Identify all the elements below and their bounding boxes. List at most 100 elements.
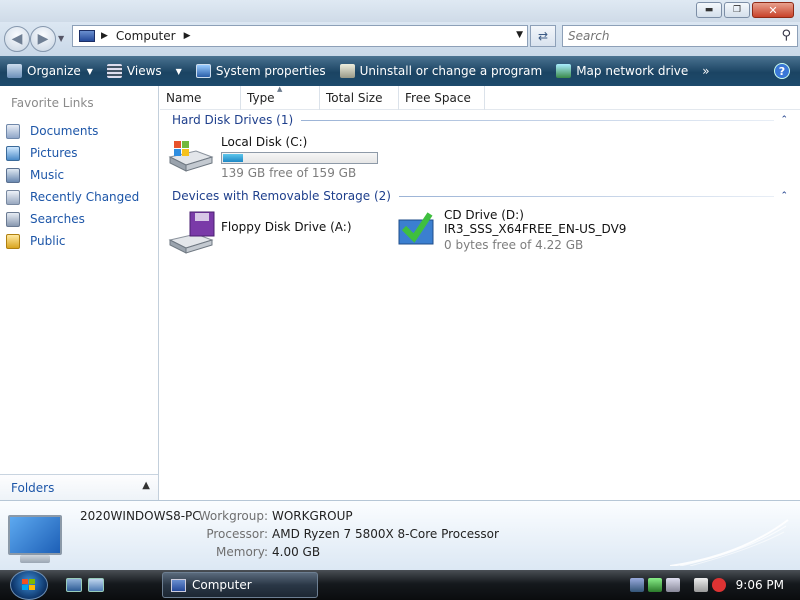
clock[interactable]: 9:06 PM [736, 578, 784, 592]
sidebar-item-pictures[interactable]: Pictures [6, 142, 139, 164]
cd-drive-icon [398, 212, 434, 245]
forward-icon: ▶ [37, 31, 49, 47]
drive-name: CD Drive (D:) [444, 208, 524, 222]
tray-icon[interactable] [666, 578, 680, 592]
refresh-button[interactable]: ⇄ [530, 25, 556, 47]
organize-button[interactable]: Organize ▼ [0, 56, 100, 86]
column-label: Free Space [405, 91, 471, 105]
sidebar-item-label: Pictures [30, 146, 78, 160]
address-dropdown-icon[interactable]: ▼ [516, 30, 523, 40]
drive-name: Local Disk (C:) [221, 135, 308, 149]
computer-stand-icon [20, 555, 50, 563]
sidebar-item-documents[interactable]: Documents [6, 120, 139, 142]
collapse-group-icon[interactable]: ⌃ [780, 115, 788, 125]
breadcrumb-computer[interactable]: Computer [116, 29, 176, 43]
folders-toggle[interactable]: Folders ▲ [0, 474, 158, 500]
drive-volume-label: IR3_SSS_X64FREE_EN-US_DV9 [444, 222, 627, 236]
decorative-swoosh [670, 519, 789, 566]
sidebar-item-public[interactable]: Public [6, 230, 139, 252]
address-bar[interactable]: ▶ Computer ▶ ▼ [72, 25, 528, 47]
start-orb-icon[interactable] [10, 570, 48, 600]
sort-ascending-icon: ▲ [277, 85, 283, 93]
disk-usage-bar [221, 152, 378, 164]
map-network-drive-button[interactable]: Map network drive [549, 56, 695, 86]
taskbar: Computer 9:06 PM [0, 570, 800, 600]
drive-free-space: 0 bytes free of 4.22 GB [444, 238, 584, 252]
maximize-button[interactable]: ❐ [724, 2, 750, 18]
group-hard-disk-drives[interactable]: Hard Disk Drives (1) ⌃ [172, 111, 788, 129]
taskbar-button-label: Computer [192, 578, 252, 592]
chevron-up-icon: ▲ [142, 480, 150, 491]
taskbar-button-computer[interactable]: Computer [162, 572, 318, 598]
uninstall-label: Uninstall or change a program [359, 64, 543, 78]
address-row: ◀ ▶ ▼ ▶ Computer ▶ ▼ ⇄ ⚲ [0, 22, 800, 56]
minimize-button[interactable]: ▬ [696, 2, 722, 18]
search-box[interactable]: ⚲ [562, 25, 798, 47]
computer-icon [171, 578, 186, 592]
search-icon[interactable]: ⚲ [781, 28, 791, 43]
favorite-links-heading: Favorite Links [11, 96, 94, 110]
processor-label: Processor: [206, 527, 268, 541]
network-icon[interactable] [694, 578, 708, 592]
breadcrumb-arrow-icon[interactable]: ▶ [101, 31, 108, 41]
group-label: Hard Disk Drives (1) [172, 113, 294, 127]
column-name[interactable]: Name [160, 86, 241, 110]
command-bar: Organize ▼ Views ▼ System properties Uni… [0, 56, 800, 86]
documents-icon [6, 123, 20, 139]
hard-drive-icon [168, 141, 214, 172]
views-label: Views [126, 64, 162, 78]
breadcrumb-arrow-icon[interactable]: ▶ [184, 31, 191, 41]
computer-monitor-icon [8, 515, 62, 555]
more-commands-button[interactable]: » [695, 56, 716, 86]
memory-value: 4.00 GB [272, 545, 321, 559]
search-input[interactable] [563, 26, 763, 46]
system-properties-label: System properties [215, 64, 326, 78]
group-removable-storage[interactable]: Devices with Removable Storage (2) ⌃ [172, 187, 788, 205]
more-commands-label: » [702, 64, 710, 78]
sidebar-item-music[interactable]: Music [6, 164, 139, 186]
sidebar-item-label: Searches [30, 212, 85, 226]
tray-icon[interactable] [648, 578, 662, 592]
sidebar-item-label: Recently Changed [30, 190, 140, 204]
chevron-down-icon: ▼ [86, 66, 93, 76]
details-pane: 2020WINDOWS8-PC Workgroup: WORKGROUP Pro… [0, 500, 800, 570]
views-button[interactable]: Views ▼ [100, 56, 189, 86]
collapse-group-icon[interactable]: ⌃ [780, 191, 788, 201]
close-button[interactable]: ✕ [752, 2, 794, 18]
network-drive-icon [556, 64, 572, 78]
tray-icon[interactable] [630, 578, 644, 592]
volume-muted-icon[interactable] [712, 578, 726, 592]
uninstall-button[interactable]: Uninstall or change a program [333, 56, 550, 86]
drive-cd-d[interactable]: CD Drive (D:) IR3_SSS_X64FREE_EN-US_DV9 … [396, 208, 626, 252]
workgroup-value: WORKGROUP [272, 509, 353, 523]
help-icon[interactable]: ? [774, 63, 790, 79]
history-dropdown[interactable]: ▼ [58, 34, 64, 43]
system-properties-icon [195, 64, 211, 78]
sidebar-item-searches[interactable]: Searches [6, 208, 139, 230]
drive-floppy-a[interactable]: Floppy Disk Drive (A:) [166, 210, 352, 254]
recently-changed-icon [6, 189, 20, 205]
column-total-size[interactable]: Total Size [320, 86, 399, 110]
system-properties-button[interactable]: System properties [189, 56, 333, 86]
back-button[interactable]: ◀ [4, 26, 30, 52]
window-controls: ▬ ❐ ✕ [696, 2, 794, 18]
refresh-icon: ⇄ [537, 29, 549, 43]
sidebar-item-recently-changed[interactable]: Recently Changed [6, 186, 139, 208]
drive-free-space: 139 GB free of 159 GB [221, 166, 357, 180]
forward-button[interactable]: ▶ [30, 26, 56, 52]
uninstall-icon [339, 64, 355, 78]
switch-windows-icon[interactable] [88, 578, 104, 592]
sidebar-item-label: Music [30, 168, 65, 182]
music-icon [6, 167, 20, 183]
group-divider [398, 195, 775, 197]
column-free-space[interactable]: Free Space [399, 86, 485, 110]
show-desktop-icon[interactable] [66, 578, 82, 592]
group-label: Devices with Removable Storage (2) [172, 189, 391, 203]
sidebar-item-label: Public [30, 234, 66, 248]
column-label: Type [247, 91, 275, 105]
public-folder-icon [6, 233, 20, 249]
column-type[interactable]: ▲ Type [241, 85, 320, 110]
drive-name: Floppy Disk Drive (A:) [221, 220, 352, 234]
drive-local-disk-c[interactable]: Local Disk (C:) 139 GB free of 159 GB [166, 131, 378, 180]
column-label: Name [166, 91, 202, 105]
